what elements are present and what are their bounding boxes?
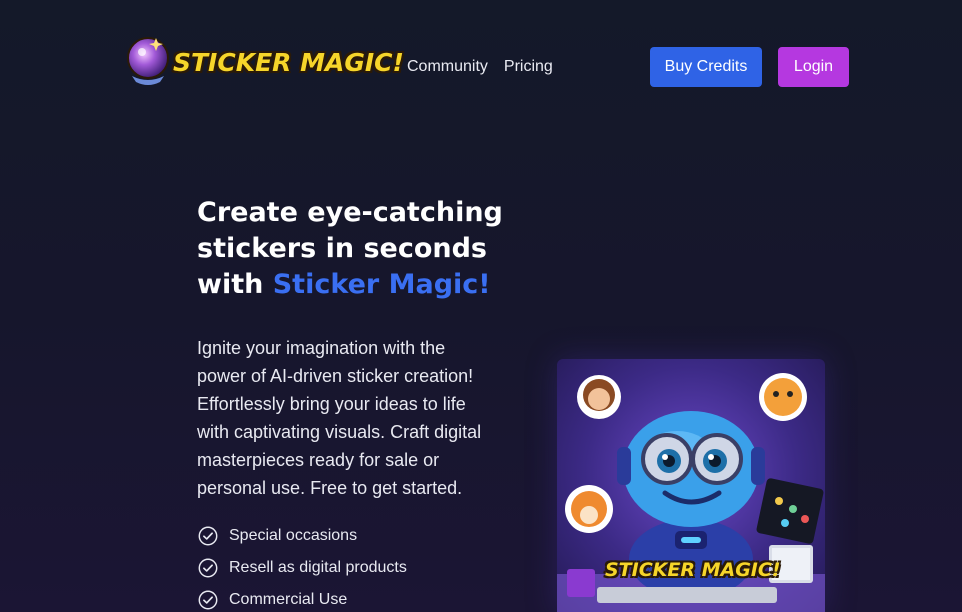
feature-item: Special occasions xyxy=(197,520,407,552)
feature-label: Special occasions xyxy=(229,527,358,544)
hero-illustration: STICKER MAGIC! xyxy=(557,359,825,612)
login-button[interactable]: Login xyxy=(778,47,849,87)
hero-description: Ignite your imagination with the power o… xyxy=(197,338,482,498)
hero-headline-accent: Sticker Magic! xyxy=(272,269,491,300)
buy-credits-button[interactable]: Buy Credits xyxy=(650,47,762,87)
landing-page: STICKER MAGIC! Community Pricing Buy Cre… xyxy=(0,0,962,612)
hero-headline: Create eye-catching stickers in seconds … xyxy=(197,195,517,303)
main-nav: Community Pricing xyxy=(407,58,553,76)
feature-item: Commercial Use xyxy=(197,584,407,612)
feature-list: Special occasions Resell as digital prod… xyxy=(197,520,407,612)
feature-label: Resell as digital products xyxy=(229,559,407,576)
check-circle-icon xyxy=(198,590,218,610)
feature-label: Commercial Use xyxy=(229,591,348,608)
nav-community[interactable]: Community xyxy=(407,58,488,76)
illustration-caption: STICKER MAGIC! xyxy=(605,559,781,581)
logo-text[interactable]: STICKER MAGIC! xyxy=(173,48,404,77)
nav-pricing[interactable]: Pricing xyxy=(504,58,553,76)
check-circle-icon xyxy=(198,558,218,578)
feature-item: Resell as digital products xyxy=(197,552,407,584)
check-circle-icon xyxy=(198,526,218,546)
